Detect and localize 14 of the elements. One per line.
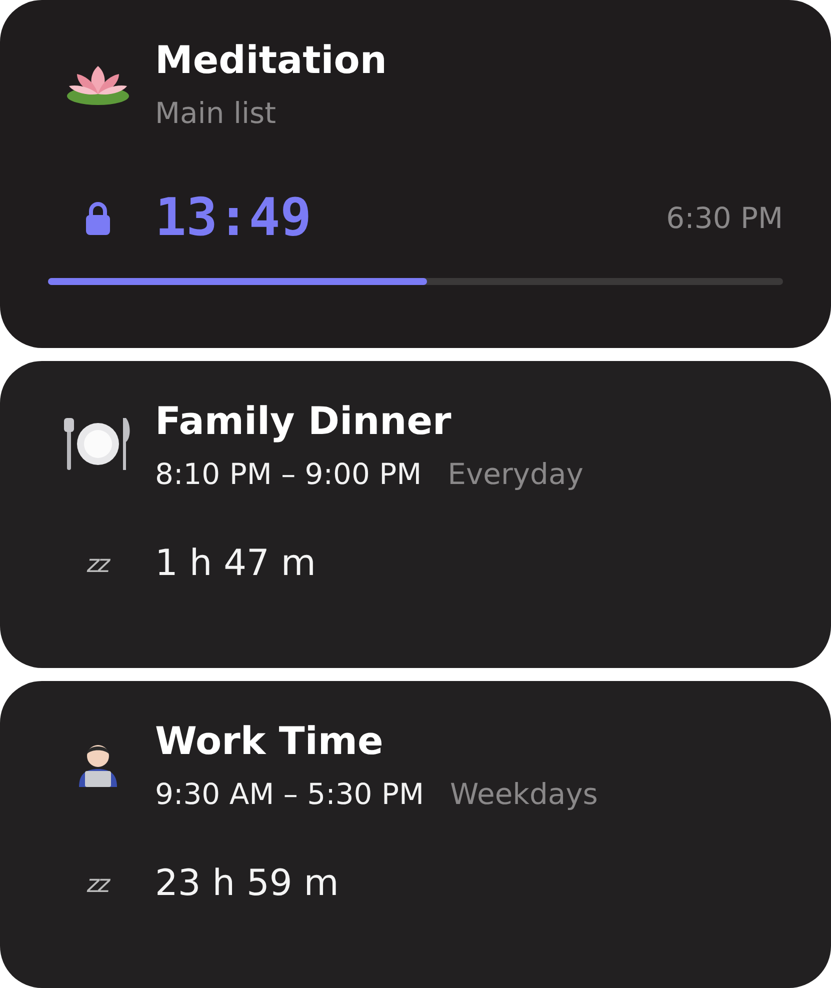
card-title: Family Dinner xyxy=(155,398,452,445)
time-range: 8:10 PM – 9:00 PM xyxy=(155,457,422,491)
countdown-timer: 13:49 xyxy=(155,188,312,248)
repeat-label: Everyday xyxy=(448,457,584,491)
repeat-label: Weekdays xyxy=(450,777,598,811)
sleep-icon: zz xyxy=(86,550,108,578)
list-name: Main list xyxy=(155,96,278,130)
remaining-time: 23 h 59 m xyxy=(155,863,339,904)
sleep-icon: zz xyxy=(86,870,108,898)
end-time: 6:30 PM xyxy=(666,201,783,235)
remaining-time: 1 h 47 m xyxy=(155,543,316,584)
card-title: Meditation xyxy=(155,37,387,84)
time-range: 9:30 AM – 5:30 PM xyxy=(155,777,424,811)
card-title: Work Time xyxy=(155,718,384,765)
